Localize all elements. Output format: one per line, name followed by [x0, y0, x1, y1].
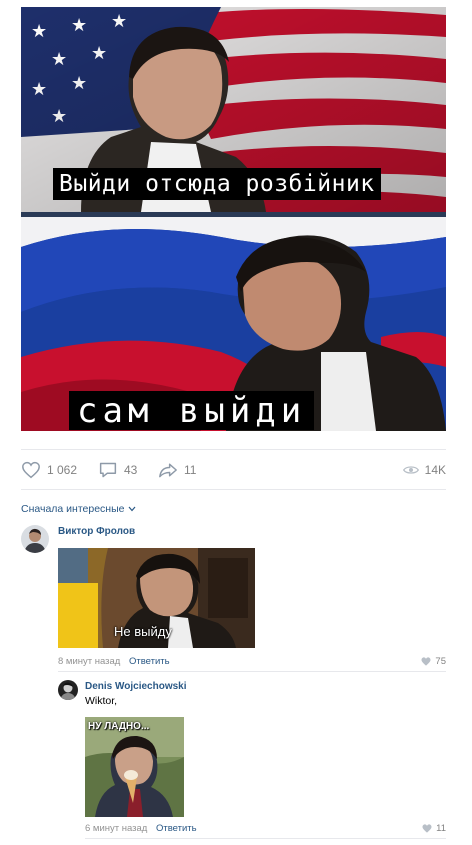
- comment-count: 43: [124, 463, 138, 477]
- meme-panel-top: ★ ★ ★ ★ ★ ★ ★ ★ Выйди отсюда розбійник: [21, 7, 446, 212]
- comment-text: Wiktor,: [85, 695, 118, 707]
- comment-image[interactable]: Не выйду: [58, 548, 255, 648]
- heart-icon: [421, 657, 431, 666]
- share-button[interactable]: 11: [158, 458, 196, 482]
- comment-like-count: 11: [436, 823, 446, 834]
- heart-icon: [22, 461, 40, 479]
- divider-line: [58, 671, 446, 672]
- comment-like-count: 75: [435, 656, 446, 667]
- comment-time: 6 минут назад: [85, 823, 148, 834]
- comment-button[interactable]: 43: [98, 458, 137, 482]
- views-counter: 14K: [402, 458, 446, 482]
- share-icon: [159, 463, 177, 478]
- comment-image[interactable]: НУ ЛАДНО...: [85, 717, 184, 817]
- like-button[interactable]: 1 062: [21, 458, 77, 482]
- divider-line: [21, 449, 446, 450]
- divider-line: [85, 838, 446, 839]
- avatar[interactable]: [58, 680, 78, 700]
- heart-icon: [422, 824, 432, 833]
- comment-meta: 6 минут назад Ответить: [85, 823, 197, 834]
- views-count: 14K: [424, 463, 446, 477]
- reply-button[interactable]: Ответить: [156, 823, 197, 834]
- comment-image-caption: НУ ЛАДНО...: [88, 721, 150, 732]
- comment-author-link[interactable]: Виктор Фролов: [58, 526, 135, 537]
- comment-image-caption: Не выйду: [114, 624, 172, 639]
- meme-caption-bottom: сам выйди: [69, 391, 315, 430]
- comment-icon: [99, 462, 117, 478]
- chevron-down-icon: [128, 506, 135, 512]
- divider-line: [21, 489, 446, 490]
- comment-image-scene: [85, 717, 184, 817]
- share-count: 11: [184, 463, 197, 477]
- like-count: 1 062: [47, 463, 78, 477]
- comment-author-link[interactable]: Denis Wojciechowski: [85, 681, 187, 692]
- comment-like-button[interactable]: 11: [422, 823, 446, 834]
- sort-label: Сначала интересные: [21, 503, 125, 515]
- meme-caption-top: Выйди отсюда розбійник: [53, 168, 381, 200]
- avatar[interactable]: [21, 525, 49, 553]
- eye-icon: [402, 466, 419, 474]
- comment-meta: 8 минут назад Ответить: [58, 656, 170, 667]
- avatar-image: [21, 525, 49, 553]
- comment-like-button[interactable]: 75: [421, 656, 446, 667]
- comment-time: 8 минут назад: [58, 656, 121, 667]
- reply-button[interactable]: Ответить: [129, 656, 170, 667]
- avatar-image: [58, 680, 78, 700]
- post-image[interactable]: ★ ★ ★ ★ ★ ★ ★ ★ Выйди отсюда розбійник: [21, 7, 446, 431]
- post-actions: 1 062 43 11 14K: [21, 458, 446, 482]
- comments-sort-dropdown[interactable]: Сначала интересные: [21, 503, 136, 515]
